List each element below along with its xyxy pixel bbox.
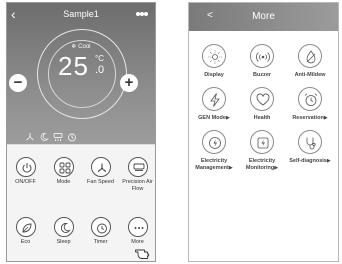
snowflake-icon: ❄ [71, 44, 77, 50]
self-diagnosis-label: Self-diagnosis▶ [289, 158, 331, 164]
device-title: Sample1 [63, 9, 99, 19]
buzzer-label: Buzzer [252, 72, 272, 78]
health-option[interactable]: Health [239, 87, 285, 122]
more-dots-icon[interactable] [136, 12, 148, 17]
power-management-icon [202, 130, 226, 154]
on-off-label: ON/OFF [15, 179, 36, 185]
timer-button[interactable]: Timer [82, 217, 119, 246]
temperature-unit: °C [95, 54, 104, 63]
buzzer-option[interactable]: Buzzer [239, 44, 285, 79]
mode-indicator: ❄ Cool [7, 43, 155, 50]
more-title: More [252, 11, 275, 22]
precision-air-flow-button[interactable]: Precision Air Flow [119, 157, 155, 192]
fan-speed-label: Fan Speed [87, 179, 114, 185]
pointing-hand-icon [134, 244, 155, 261]
sleep-button[interactable]: Sleep [45, 217, 82, 246]
mode-text: Cool [78, 44, 91, 50]
sleep-icon [39, 129, 49, 141]
heart-icon [250, 87, 274, 111]
increase-temp-button[interactable]: + [120, 74, 138, 92]
stethoscope-icon [298, 130, 322, 154]
reservation-label: Reservation▶ [292, 115, 328, 121]
electricity-management-option[interactable]: Electricity Management▶ [191, 130, 237, 172]
eco-button[interactable]: Eco [7, 217, 44, 246]
main-header: ‹ Sample1 [7, 3, 155, 27]
gen-mode-option[interactable]: GEN Mode▶ [191, 87, 237, 122]
sun-icon [202, 44, 226, 68]
chevron-right-icon: ▶ [323, 115, 328, 121]
sleep-label: Sleep [56, 239, 71, 245]
electricity-management-label: Electricity Management▶ [195, 158, 233, 171]
more-header: < More [189, 3, 338, 31]
fan-speed-button[interactable]: Fan Speed [82, 157, 119, 186]
on-off-button[interactable]: ON/OFF [7, 157, 44, 186]
fan-icon [90, 157, 111, 177]
mode-label: Mode [56, 179, 71, 185]
decrease-temp-button[interactable]: − [9, 74, 27, 92]
timer-icon [67, 129, 77, 142]
anti-mildew-label: Anti-Mildew [294, 72, 326, 78]
leaf-icon [15, 217, 36, 237]
more-button[interactable]: More [119, 217, 155, 246]
mode-grid-icon [53, 157, 74, 177]
chevron-right-icon: ▶ [228, 165, 233, 171]
electricity-monitoring-label: Electricity Monitoring▶ [245, 158, 279, 171]
airflow-icon [127, 157, 148, 177]
health-label: Health [253, 115, 271, 121]
power-icon [15, 157, 36, 177]
mode-button[interactable]: Mode [45, 157, 82, 186]
alarm-clock-icon [298, 87, 322, 111]
self-diagnosis-option[interactable]: Self-diagnosis▶ [287, 130, 333, 165]
display-label: Display [204, 72, 224, 78]
gen-mode-label: GEN Mode▶ [198, 115, 230, 121]
fan-speed-icon [25, 129, 35, 141]
eco-label: Eco [20, 239, 31, 245]
anti-mildew-option[interactable]: Anti-Mildew [287, 44, 333, 79]
display-option[interactable]: Display [191, 44, 237, 79]
timer-label: Timer [93, 239, 108, 245]
chevron-right-icon: ▶ [326, 158, 331, 164]
clock-icon [90, 217, 111, 237]
precision-air-flow-label: Precision Air Flow [122, 179, 153, 192]
main-control-screen: ‹ Sample1 ❄ Cool 25 °C .0 − + ON/OFF Mod… [6, 2, 156, 262]
precision-airflow-icon [53, 129, 63, 141]
function-panel: ON/OFF Mode Fan Speed Precision Air Flow [7, 144, 155, 261]
anti-mildew-icon [298, 44, 322, 68]
chevron-right-icon: ▶ [274, 165, 279, 171]
reservation-option[interactable]: Reservation▶ [287, 87, 333, 122]
power-monitoring-icon [250, 130, 274, 154]
chevron-right-icon: ▶ [225, 115, 230, 121]
lightning-icon [202, 87, 226, 111]
moon-icon [53, 217, 74, 237]
temperature-decimal: .0 [95, 64, 105, 76]
ellipsis-icon [127, 217, 148, 237]
electricity-monitoring-option[interactable]: Electricity Monitoring▶ [239, 130, 285, 172]
buzzer-icon [250, 44, 274, 68]
temperature-value: 25 [58, 51, 89, 81]
more-settings-screen: < More Display Buzzer Anti-Mildew GEN Mo… [188, 2, 339, 262]
